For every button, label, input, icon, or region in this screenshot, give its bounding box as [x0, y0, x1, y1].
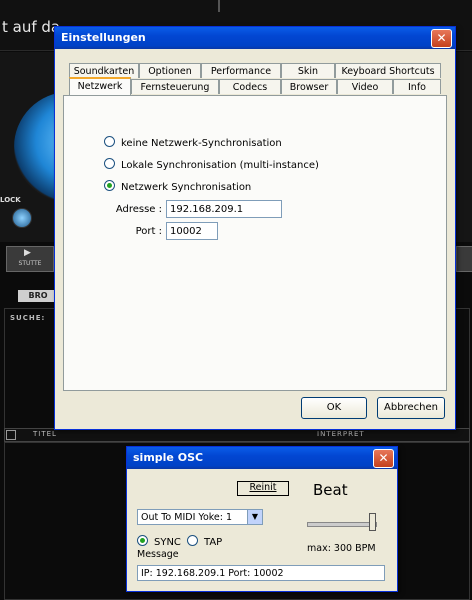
app-title-text: t auf da [2, 18, 61, 36]
reinit-button[interactable]: Reinit [237, 481, 289, 496]
settings-close-button[interactable]: ✕ [431, 29, 452, 48]
pitch-knob[interactable] [12, 208, 32, 228]
radio-sync[interactable] [137, 535, 148, 546]
tab-performance[interactable]: Performance [201, 63, 281, 78]
top-divider [218, 0, 220, 12]
radio-no-sync[interactable] [104, 136, 115, 147]
bpm-slider-track[interactable] [307, 522, 377, 527]
midi-output-select[interactable]: Out To MIDI Yoke: 1 ▼ [137, 509, 263, 525]
select-all-checkbox[interactable] [6, 430, 16, 440]
settings-dialog: Einstellungen ✕ Soundkarten Optionen Per… [54, 26, 456, 430]
option-no-sync-label: keine Netzwerk-Synchronisation [121, 138, 282, 149]
settings-title: Einstellungen [61, 31, 146, 44]
cancel-button[interactable]: Abbrechen [377, 397, 445, 419]
osc-title: simple OSC [133, 451, 204, 464]
close-icon: ✕ [436, 31, 447, 45]
option-local-sync-label: Lokale Synchronisation (multi-instance) [121, 160, 319, 171]
play-icon: ▶ [24, 248, 31, 258]
sync-label: SYNC [154, 537, 181, 548]
radio-network-sync[interactable] [104, 180, 115, 191]
sync-option[interactable]: SYNC [137, 535, 181, 548]
chevron-down-icon[interactable]: ▼ [247, 510, 262, 524]
settings-titlebar[interactable]: Einstellungen [55, 27, 455, 49]
column-title[interactable]: TITEL [33, 430, 57, 438]
max-bpm-label: max: 300 BPM [307, 543, 376, 554]
address-label: Adresse : [115, 204, 162, 215]
tab-info[interactable]: Info [393, 79, 441, 94]
option-network-sync-label: Netzwerk Synchronisation [121, 182, 252, 193]
option-local-sync[interactable]: Lokale Synchronisation (multi-instance) [104, 158, 319, 171]
tab-keyboard-shortcuts[interactable]: Keyboard Shortcuts [335, 63, 441, 78]
message-field[interactable]: IP: 192.168.209.1 Port: 10002 [137, 565, 385, 581]
tap-label: TAP [204, 537, 223, 548]
ok-button[interactable]: OK [301, 397, 367, 419]
radio-local-sync[interactable] [104, 158, 115, 169]
bpm-slider-thumb[interactable] [369, 513, 376, 531]
tab-codecs[interactable]: Codecs [219, 79, 281, 94]
option-no-sync[interactable]: keine Netzwerk-Synchronisation [104, 136, 282, 149]
stutter-label: STUTTE [18, 260, 42, 267]
osc-window: simple OSC ✕ Reinit Beat Out To MIDI Yok… [126, 446, 398, 592]
search-label: SUCHE: [10, 314, 46, 322]
port-label: Port : [135, 226, 162, 237]
osc-close-button[interactable]: ✕ [373, 449, 394, 468]
tab-netzwerk[interactable]: Netzwerk [69, 77, 131, 95]
tab-fernsteuerung[interactable]: Fernsteuerung [131, 79, 219, 94]
track-list-header: TITEL INTERPRET [4, 428, 470, 442]
tab-video[interactable]: Video [337, 79, 393, 94]
option-network-sync[interactable]: Netzwerk Synchronisation [104, 180, 251, 193]
address-input[interactable]: 192.168.209.1 [166, 200, 282, 218]
tab-optionen[interactable]: Optionen [139, 63, 201, 78]
browse-tab[interactable]: BRO [18, 290, 58, 302]
port-input[interactable]: 10002 [166, 222, 218, 240]
tab-browser[interactable]: Browser [281, 79, 337, 94]
osc-titlebar[interactable]: simple OSC [127, 447, 397, 469]
tap-option[interactable]: TAP [187, 535, 222, 548]
right-deck-button[interactable] [456, 246, 472, 272]
midi-output-value: Out To MIDI Yoke: 1 [141, 512, 233, 523]
radio-tap[interactable] [187, 535, 198, 546]
close-icon: ✕ [378, 451, 389, 465]
column-interpret[interactable]: INTERPRET [317, 430, 365, 438]
clock-label: LOCK [0, 196, 21, 204]
message-label: Message [137, 549, 179, 560]
beat-label: Beat [313, 481, 348, 499]
netzwerk-panel: keine Netzwerk-Synchronisation Lokale Sy… [63, 95, 447, 391]
tab-soundkarten[interactable]: Soundkarten [69, 63, 139, 78]
tab-skin[interactable]: Skin [281, 63, 335, 78]
